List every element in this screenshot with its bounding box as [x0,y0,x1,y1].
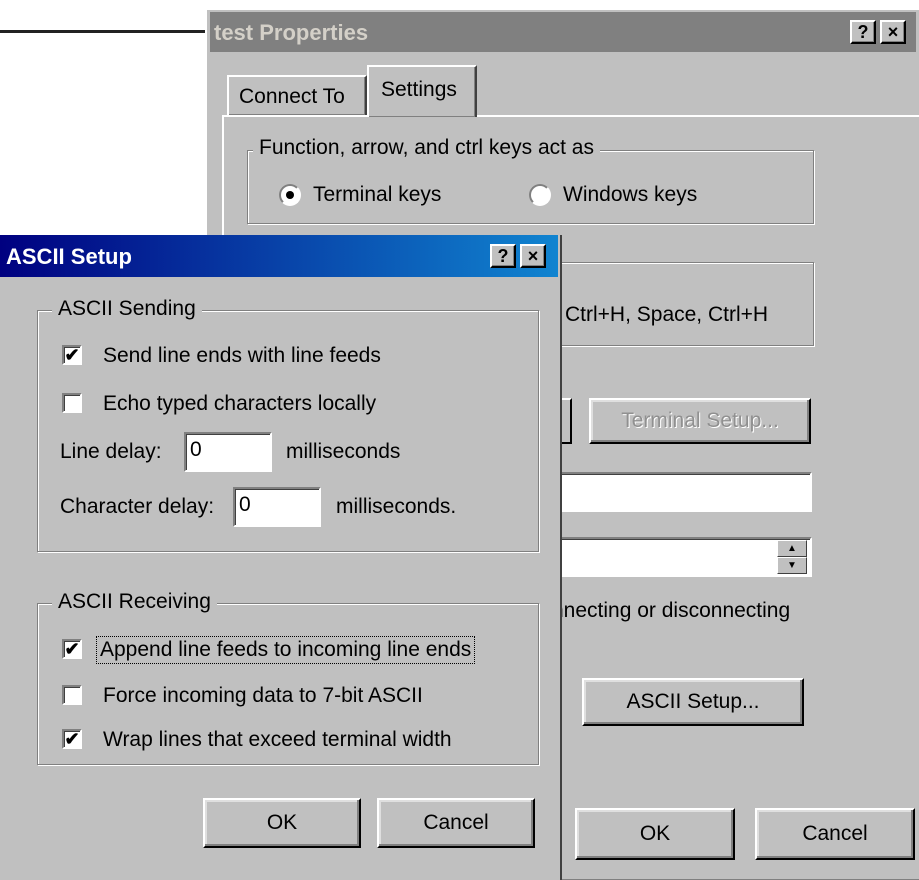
check-icon: ✔ [64,345,80,365]
append-line-feeds-label[interactable]: Append line feeds to incoming line ends [95,636,476,664]
left-separator-line [0,30,205,33]
check-icon: ✔ [64,639,80,659]
properties-ok-label: OK [639,822,671,845]
ascii-setup-title-bar[interactable]: ASCII Setup ? × [0,235,558,277]
tab-settings[interactable]: Settings [367,65,477,117]
ascii-cancel-button[interactable]: Cancel [377,798,535,848]
properties-title-bar[interactable]: test Properties ? × [210,12,916,52]
spinner-down-button[interactable]: ▼ [777,557,807,574]
tab-settings-label: Settings [381,78,457,101]
function-keys-legend: Function, arrow, and ctrl keys act as [253,136,600,160]
tab-connect-to[interactable]: Connect To [227,75,367,115]
ascii-setup-dialog: ASCII Setup ? × ASCII Sending ✔ Send lin… [0,235,562,880]
character-delay-label: Character delay: [60,495,215,518]
properties-cancel-button[interactable]: Cancel [755,808,915,860]
terminal-setup-button[interactable]: Terminal Setup... [589,398,811,444]
ascii-setup-label: ASCII Setup... [626,690,760,713]
ascii-ok-label: OK [266,811,298,834]
help-icon: ? [857,22,869,42]
tab-connect-to-label: Connect To [239,85,345,108]
backscroll-field[interactable] [552,472,812,512]
properties-title: test Properties [214,20,369,45]
wrap-lines-label[interactable]: Wrap lines that exceed terminal width [103,727,452,753]
ascii-setup-button[interactable]: ASCII Setup... [582,678,804,726]
ascii-ok-button[interactable]: OK [203,798,361,848]
ascii-cancel-label: Cancel [423,811,489,834]
character-delay-input[interactable]: 0 [233,487,321,527]
echo-typed-label[interactable]: Echo typed characters locally [103,391,376,417]
properties-help-button[interactable]: ? [850,20,876,44]
line-delay-input[interactable]: 0 [184,432,272,472]
send-line-ends-label[interactable]: Send line ends with line feeds [103,343,381,369]
terminal-keys-label[interactable]: Terminal keys [313,182,441,208]
properties-close-button[interactable]: × [880,20,906,44]
close-icon: × [527,246,539,266]
windows-keys-label[interactable]: Windows keys [563,182,697,208]
connecting-option-label[interactable]: nnecting or disconnecting [552,598,790,624]
ascii-receiving-legend: ASCII Receiving [52,590,217,614]
ascii-setup-close-button[interactable]: × [520,244,546,268]
terminal-setup-label: Terminal Setup... [621,409,779,432]
character-delay-unit: milliseconds. [336,495,457,518]
spinner-control[interactable]: ▲ ▼ [777,540,807,574]
line-delay-unit: milliseconds [286,440,401,463]
force-7bit-label[interactable]: Force incoming data to 7-bit ASCII [103,683,423,709]
force-7bit-checkbox[interactable] [62,685,82,705]
echo-typed-checkbox[interactable] [62,393,82,413]
backscroll-buffer-lines-field[interactable] [552,537,812,577]
append-line-feeds-checkbox[interactable]: ✔ [62,639,82,659]
spinner-up-button[interactable]: ▲ [777,540,807,557]
check-icon: ✔ [64,729,80,749]
properties-cancel-label: Cancel [802,822,868,845]
backspace-option-label[interactable]: Ctrl+H, Space, Ctrl+H [565,302,768,328]
send-line-ends-checkbox[interactable]: ✔ [62,345,82,365]
windows-keys-radio[interactable] [529,184,551,206]
terminal-keys-radio[interactable] [279,184,301,206]
wrap-lines-checkbox[interactable]: ✔ [62,729,82,749]
close-icon: × [887,22,899,42]
help-icon: ? [497,246,509,266]
ascii-setup-title: ASCII Setup [6,244,132,269]
line-delay-label: Line delay: [60,440,162,463]
properties-ok-button[interactable]: OK [575,808,735,860]
ascii-sending-legend: ASCII Sending [52,297,202,321]
ascii-setup-help-button[interactable]: ? [490,244,516,268]
